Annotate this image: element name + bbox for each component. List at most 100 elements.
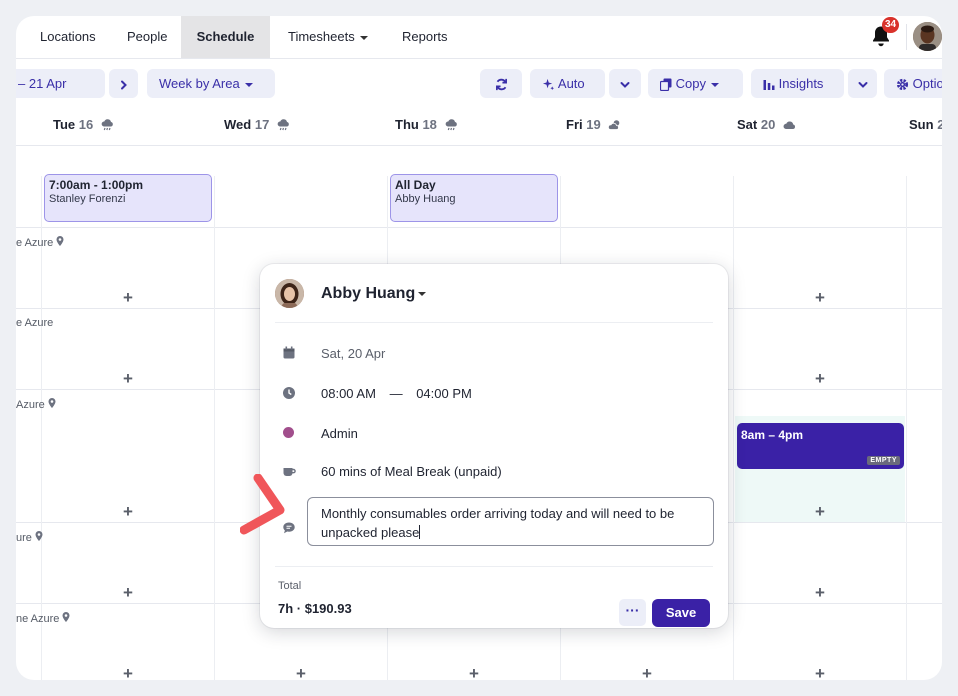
add-shift-icon[interactable]: + bbox=[120, 584, 136, 601]
area-name: Azure bbox=[16, 399, 45, 411]
refresh-button[interactable] bbox=[480, 69, 522, 98]
area-label: ure bbox=[16, 531, 43, 544]
column-divider bbox=[733, 176, 734, 680]
user-avatar[interactable] bbox=[913, 22, 942, 51]
top-nav: Locations People Schedule Timesheets Rep… bbox=[16, 16, 942, 59]
location-pin-icon bbox=[35, 531, 43, 541]
day-number: 21 bbox=[937, 117, 942, 132]
add-shift-icon[interactable]: + bbox=[812, 503, 828, 520]
chevron-down-icon bbox=[359, 35, 368, 40]
add-shift-icon[interactable]: + bbox=[812, 584, 828, 601]
add-shift-icon[interactable]: + bbox=[639, 665, 655, 680]
insights-label: Insights bbox=[778, 76, 824, 91]
copy-label: Copy bbox=[675, 76, 706, 91]
day-number: 17 bbox=[254, 117, 270, 132]
add-shift-icon[interactable]: + bbox=[812, 370, 828, 387]
shift-card[interactable]: 7:00am - 1:00pm Stanley Forenzi bbox=[44, 174, 212, 222]
next-week-button[interactable] bbox=[109, 69, 138, 98]
insights-dropdown-button[interactable] bbox=[848, 69, 877, 98]
day-name: Sat bbox=[737, 117, 758, 132]
cloud-icon bbox=[783, 121, 795, 129]
auto-button[interactable]: Auto bbox=[530, 69, 605, 98]
add-shift-icon[interactable]: + bbox=[293, 665, 309, 680]
location-pin-icon bbox=[48, 398, 56, 408]
popup-divider bbox=[275, 566, 713, 567]
gear-icon bbox=[896, 78, 909, 91]
shift-time: 8am – 4pm bbox=[741, 428, 804, 442]
notification-badge: 34 bbox=[882, 17, 900, 33]
column-divider bbox=[906, 176, 907, 680]
shift-time: All Day bbox=[395, 178, 436, 192]
add-shift-icon[interactable]: + bbox=[812, 289, 828, 306]
day-header-sat: Sat 20 bbox=[737, 117, 796, 132]
role-color-dot bbox=[283, 427, 294, 438]
shift-role[interactable]: Admin bbox=[321, 426, 358, 441]
shift-time: 7:00am - 1:00pm bbox=[49, 178, 144, 192]
shift-employee: Stanley Forenzi bbox=[49, 193, 126, 205]
add-shift-icon[interactable]: + bbox=[466, 665, 482, 680]
area-label: ne Azure bbox=[16, 612, 70, 625]
more-options-button[interactable]: ··· bbox=[619, 599, 646, 626]
nav-timesheets-label: Timesheets bbox=[288, 29, 355, 44]
chevron-down-icon bbox=[620, 81, 630, 88]
day-number: 19 bbox=[586, 117, 601, 132]
insights-button[interactable]: Insights bbox=[751, 69, 844, 98]
day-header-wed: Wed 17 bbox=[224, 117, 290, 132]
employee-avatar bbox=[275, 279, 304, 308]
save-button[interactable]: Save bbox=[652, 599, 710, 627]
app-frame: Locations People Schedule Timesheets Rep… bbox=[16, 16, 942, 680]
nav-reports[interactable]: Reports bbox=[402, 16, 448, 58]
open-shift-card[interactable]: 8am – 4pm EMPTY bbox=[737, 423, 904, 469]
total-value: 7h · $190.93 bbox=[278, 601, 352, 616]
chevron-down-icon bbox=[244, 82, 253, 87]
auto-label: Auto bbox=[557, 76, 585, 91]
day-number: 20 bbox=[760, 117, 776, 132]
column-divider bbox=[41, 176, 42, 680]
annotation-arrow-icon bbox=[240, 474, 285, 535]
day-number: 18 bbox=[422, 117, 437, 132]
nav-people[interactable]: People bbox=[127, 16, 167, 58]
day-name: Fri bbox=[566, 117, 583, 132]
add-shift-icon[interactable]: + bbox=[120, 370, 136, 387]
options-button[interactable]: Options bbox=[884, 69, 942, 98]
shift-editor-popup: Abby Huang Sat, 20 Apr 08:00 AM — 04:00 … bbox=[260, 264, 728, 628]
add-shift-icon[interactable]: + bbox=[120, 665, 136, 680]
auto-dropdown-button[interactable] bbox=[609, 69, 641, 98]
area-name: ne Azure bbox=[16, 613, 60, 625]
view-select-label: Week by Area bbox=[159, 76, 240, 91]
end-time-input[interactable]: 04:00 PM bbox=[416, 386, 472, 401]
row-divider bbox=[16, 227, 942, 228]
nav-locations[interactable]: Locations bbox=[40, 16, 96, 58]
area-label: e Azure bbox=[16, 317, 53, 329]
shift-break[interactable]: 60 mins of Meal Break (unpaid) bbox=[321, 464, 502, 479]
employee-name: Abby Huang bbox=[321, 285, 416, 302]
add-shift-icon[interactable]: + bbox=[120, 289, 136, 306]
nav-divider bbox=[906, 24, 907, 50]
copy-icon bbox=[659, 78, 672, 92]
location-pin-icon bbox=[62, 612, 70, 622]
partly-cloudy-icon bbox=[608, 120, 620, 130]
shift-notes-text: Monthly consumables order arriving today… bbox=[321, 506, 675, 540]
shift-notes-textarea[interactable]: Monthly consumables order arriving today… bbox=[307, 497, 714, 546]
add-shift-icon[interactable]: + bbox=[120, 503, 136, 520]
shift-employee: Abby Huang bbox=[395, 193, 456, 205]
copy-button[interactable]: Copy bbox=[648, 69, 743, 98]
nav-timesheets[interactable]: Timesheets bbox=[288, 16, 368, 58]
day-name: Thu bbox=[395, 117, 419, 132]
shift-date[interactable]: Sat, 20 Apr bbox=[321, 346, 385, 361]
date-range-button[interactable]: – 21 Apr bbox=[16, 69, 105, 98]
add-shift-icon[interactable]: + bbox=[812, 665, 828, 680]
area-label: Azure bbox=[16, 398, 56, 411]
day-header-thu: Thu 18 bbox=[395, 117, 458, 132]
employee-selector[interactable]: Abby Huang bbox=[321, 285, 427, 303]
shift-card[interactable]: All Day Abby Huang bbox=[390, 174, 558, 222]
nav-schedule[interactable]: Schedule bbox=[181, 16, 270, 58]
column-divider bbox=[214, 176, 215, 680]
start-time-input[interactable]: 08:00 AM bbox=[321, 386, 376, 401]
area-label: e Azure bbox=[16, 236, 64, 249]
calendar-icon bbox=[283, 346, 295, 359]
view-select[interactable]: Week by Area bbox=[147, 69, 275, 98]
text-cursor bbox=[419, 525, 421, 539]
shift-time-range: 08:00 AM — 04:00 PM bbox=[321, 386, 472, 401]
day-number: 16 bbox=[78, 117, 94, 132]
